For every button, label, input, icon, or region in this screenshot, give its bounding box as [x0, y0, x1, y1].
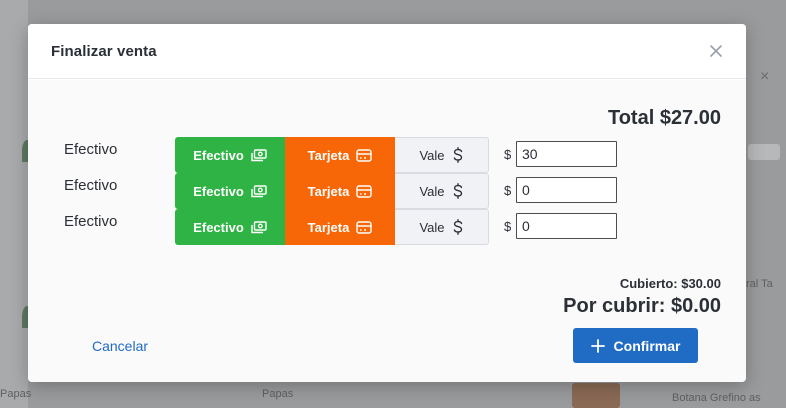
cash-button[interactable]: Efectivo	[175, 209, 285, 245]
card-button-label: Tarjeta	[307, 147, 350, 163]
background-tag	[748, 144, 780, 160]
currency-symbol: $	[504, 147, 512, 162]
voucher-button[interactable]: Vale	[395, 209, 489, 245]
confirm-button-label: Confirmar	[613, 337, 681, 354]
dollar-icon	[453, 183, 462, 199]
currency-symbol: $	[504, 219, 512, 234]
covered-amount: Cubierto: $30.00	[619, 276, 721, 291]
payment-method-group: Efectivo Tarjeta Vale	[175, 137, 489, 173]
voucher-button-label: Vale	[419, 219, 445, 235]
background-item: Papas	[262, 388, 294, 400]
background-item: Botana Grefino as	[672, 392, 761, 404]
voucher-button-label: Vale	[419, 147, 445, 163]
close-icon	[710, 45, 722, 57]
credit-card-icon	[356, 184, 373, 198]
payment-row: Efectivo Efectivo Tarjeta Vale $	[28, 137, 746, 173]
cash-button-label: Efectivo	[193, 147, 244, 163]
modal-header: Finalizar venta	[28, 24, 746, 79]
close-button[interactable]	[706, 41, 726, 61]
card-button-label: Tarjeta	[307, 183, 350, 199]
amount-input[interactable]	[516, 213, 617, 239]
payment-method-group: Efectivo Tarjeta Vale	[175, 209, 489, 245]
cancel-button[interactable]: Cancelar	[92, 338, 148, 354]
cash-icon	[251, 148, 267, 161]
card-button[interactable]: Tarjeta	[285, 137, 395, 173]
total-amount: Total $27.00	[607, 107, 721, 129]
credit-card-icon	[356, 148, 373, 162]
confirm-button[interactable]: Confirmar	[573, 328, 698, 363]
voucher-button[interactable]: Vale	[395, 137, 489, 173]
payment-method-label: Efectivo	[64, 141, 118, 158]
payment-row: Efectivo Efectivo Tarjeta Vale $	[28, 173, 746, 209]
card-button-label: Tarjeta	[307, 219, 350, 235]
remaining-amount: Por cubrir: $0.00	[563, 295, 721, 317]
modal-title: Finalizar venta	[51, 42, 157, 60]
amount-input[interactable]	[516, 141, 617, 167]
card-button[interactable]: Tarjeta	[285, 173, 395, 209]
cash-icon	[251, 220, 267, 233]
background-side-text: ral Ta	[746, 278, 773, 290]
voucher-button[interactable]: Vale	[395, 173, 489, 209]
modal-body: Total $27.00 Efectivo Efectivo Tarjeta V…	[28, 80, 746, 382]
background-thumbnail	[572, 383, 620, 408]
cash-button-label: Efectivo	[193, 183, 244, 199]
cash-icon	[251, 184, 267, 197]
payment-method-group: Efectivo Tarjeta Vale	[175, 173, 489, 209]
background-item: Papas	[0, 388, 32, 400]
dollar-icon	[453, 147, 462, 163]
cash-button-label: Efectivo	[193, 219, 244, 235]
payment-row: Efectivo Efectivo Tarjeta Vale $	[28, 209, 746, 245]
plus-icon	[590, 338, 605, 353]
amount-input[interactable]	[516, 177, 617, 203]
voucher-button-label: Vale	[419, 183, 445, 199]
payment-method-label: Efectivo	[64, 177, 118, 194]
dollar-icon	[453, 219, 462, 235]
background-strip	[0, 0, 28, 408]
card-button[interactable]: Tarjeta	[285, 209, 395, 245]
payment-method-label: Efectivo	[64, 213, 118, 230]
currency-symbol: $	[504, 183, 512, 198]
finalize-sale-modal: Finalizar venta Total $27.00 Efectivo Ef…	[28, 24, 746, 382]
credit-card-icon	[356, 220, 373, 234]
cash-button[interactable]: Efectivo	[175, 137, 285, 173]
cash-button[interactable]: Efectivo	[175, 173, 285, 209]
background-close-icon: ×	[760, 68, 770, 85]
